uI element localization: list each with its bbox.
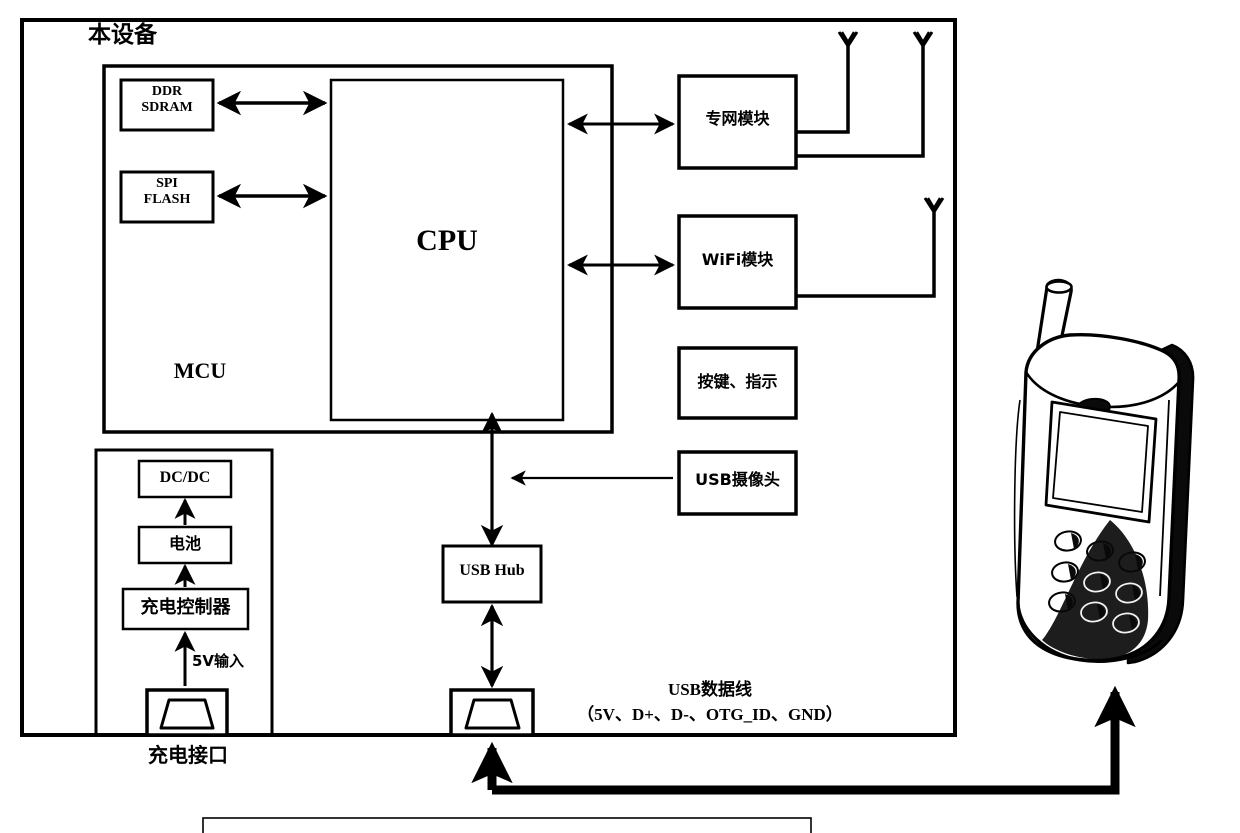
keys-indicator-label: 按键、指示 — [697, 372, 778, 391]
charge-port-connector-icon — [145, 688, 229, 737]
spi-flash-line2: FLASH — [143, 192, 191, 208]
mobile-phone-illustration — [1013, 278, 1195, 665]
battery-label: 电池 — [168, 534, 201, 553]
mcu-label: MCU — [173, 358, 227, 383]
spi-flash-label: SPI FLASH — [121, 176, 213, 208]
spi-flash-line1: SPI — [156, 176, 178, 191]
bottom-annotation-box — [202, 817, 812, 833]
antenna-icon-1 — [837, 31, 859, 49]
wifi-antenna-feed — [796, 212, 936, 298]
antenna-icon-2 — [912, 31, 934, 49]
wifi-module-label: WiFi模块 — [701, 250, 774, 269]
private-network-module-label: 专网模块 — [705, 109, 770, 128]
usb-cable-label-line2: （5V、D+、D-、OTG_ID、GND） — [577, 705, 843, 724]
charge-input-label: 5V输入 — [192, 652, 245, 670]
usb-hub-label: USB Hub — [459, 562, 525, 579]
usb-camera-label: USB摄像头 — [695, 470, 780, 489]
diagram-canvas: 本设备 DDR SDRAM SPI FLASH CPU MCU 专网模块 WiFi模… — [0, 0, 1240, 833]
charge-controller-label: 充电控制器 — [140, 597, 231, 618]
ddr-sdram-line2: SDRAM — [141, 100, 193, 116]
private-network-antenna-feed-2 — [796, 46, 925, 158]
charge-port-label: 充电接口 — [148, 743, 228, 767]
dcdc-label: DC/DC — [159, 469, 211, 486]
ddr-sdram-line1: DDR — [151, 84, 183, 99]
usb-cable-label-line1: USB数据线 — [667, 680, 753, 699]
ddr-sdram-label: DDR SDRAM — [121, 84, 213, 116]
cpu-label: CPU — [416, 224, 478, 257]
page-title: 本设备 — [88, 22, 157, 48]
usb-data-connector-icon — [449, 688, 535, 737]
private-network-antenna-feed-1 — [796, 46, 850, 134]
antenna-icon-3 — [923, 197, 945, 215]
